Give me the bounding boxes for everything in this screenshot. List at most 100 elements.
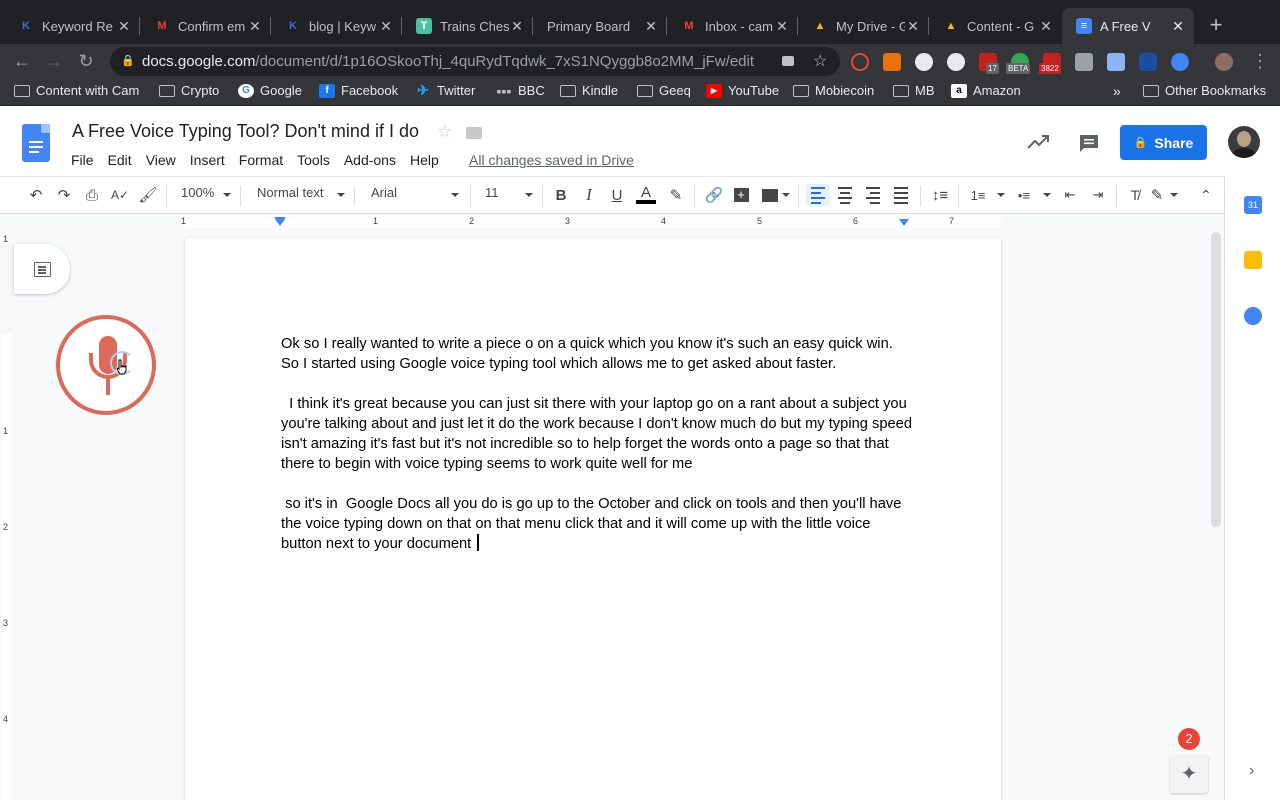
save-status-link[interactable]: All changes saved in Drive <box>469 152 634 168</box>
document-page[interactable]: Ok so I really wanted to write a piece o… <box>185 238 1001 800</box>
zoom-select[interactable]: 100% <box>181 185 214 200</box>
numbered-list-icon[interactable]: 1≡ <box>967 184 989 206</box>
back-arrow-icon[interactable]: ← <box>10 50 34 74</box>
bookmark-other-bookmarks[interactable]: Other Bookmarks <box>1143 83 1266 98</box>
browser-tab[interactable]: Primary Board ✕ <box>533 8 667 44</box>
bulleted-list-icon[interactable]: •≡ <box>1013 184 1035 206</box>
bookmark-mb[interactable]: MB <box>893 83 935 98</box>
bookmarks-overflow-icon[interactable]: » <box>1113 83 1121 99</box>
paragraph-style-select[interactable]: Normal text <box>257 185 323 200</box>
font-size-select[interactable]: 11 <box>485 185 499 200</box>
menu-tools[interactable]: Tools <box>290 150 337 170</box>
voice-typing-button[interactable] <box>56 315 156 415</box>
close-tab-icon[interactable]: ✕ <box>1170 18 1186 35</box>
underline-button[interactable]: U <box>607 184 627 206</box>
browser-tab[interactable]: ▲ Content - G ✕ <box>929 8 1062 44</box>
document-body[interactable]: Ok so I really wanted to write a piece o… <box>281 334 913 574</box>
browser-tab[interactable]: K Keyword Re ✕ <box>4 8 140 44</box>
browser-tab[interactable]: ▲ My Drive - G ✕ <box>798 8 929 44</box>
bookmark-star-icon[interactable]: ☆ <box>813 47 827 76</box>
document-outline-button[interactable] <box>14 244 70 294</box>
close-tab-icon[interactable]: ✕ <box>774 18 790 35</box>
extension-icon[interactable] <box>947 53 965 71</box>
align-left-button[interactable] <box>806 184 830 206</box>
explore-icon[interactable]: ✦ <box>1170 755 1208 793</box>
bookmark-twitter[interactable]: ✈ Twitter <box>415 82 475 98</box>
menu-edit[interactable]: Edit <box>101 150 139 170</box>
collapse-toolbar-icon[interactable]: ⌃ <box>1196 184 1216 206</box>
chevron-right-icon[interactable]: › <box>1249 762 1254 780</box>
paragraph[interactable]: I think it's great because you can just … <box>281 394 913 474</box>
bookmark-geeq[interactable]: Geeq <box>637 83 691 98</box>
close-tab-icon[interactable]: ✕ <box>643 18 659 35</box>
close-tab-icon[interactable]: ✕ <box>378 18 394 35</box>
align-right-button[interactable] <box>863 184 883 206</box>
address-bar[interactable]: 🔒 docs.google.com/document/d/1p16OSkooThj… <box>110 47 840 76</box>
close-tab-icon[interactable]: ✕ <box>247 18 263 35</box>
browser-tab[interactable]: M Inbox - cam ✕ <box>667 8 798 44</box>
document-title[interactable]: A Free Voice Typing Tool? Don't mind if … <box>72 121 419 142</box>
extension-icon[interactable] <box>1075 53 1093 71</box>
bookmark-crypto[interactable]: Crypto <box>159 83 219 98</box>
notification-badge[interactable]: 2 <box>1178 728 1200 750</box>
google-keep-icon[interactable] <box>1244 251 1262 269</box>
left-indent-handle[interactable] <box>275 219 285 226</box>
editing-mode-pencil-icon[interactable]: ✎ <box>1146 184 1168 206</box>
move-to-folder-icon[interactable] <box>466 127 482 139</box>
close-tab-icon[interactable]: ✕ <box>116 18 132 35</box>
browser-tab-active[interactable]: ≡ A Free V ✕ <box>1062 8 1194 44</box>
paragraph[interactable]: Ok so I really wanted to write a piece o… <box>281 334 913 374</box>
browser-tab[interactable]: M Confirm em ✕ <box>140 8 271 44</box>
new-tab-icon[interactable]: + <box>1204 14 1228 38</box>
close-tab-icon[interactable]: ✕ <box>509 18 525 35</box>
bookmark-kindle[interactable]: Kindle <box>560 83 618 98</box>
menu-view[interactable]: View <box>139 150 183 170</box>
increase-indent-icon[interactable]: ⇥ <box>1087 184 1109 206</box>
extension-icon[interactable] <box>883 53 901 71</box>
menu-file[interactable]: File <box>64 150 101 170</box>
browser-tab[interactable]: T Trains Ches ✕ <box>402 8 533 44</box>
redo-icon[interactable]: ↷ <box>54 184 74 206</box>
bookmark-content-with-cam[interactable]: Content with Cam <box>14 83 139 98</box>
menu-insert[interactable]: Insert <box>183 150 232 170</box>
text-color-button[interactable]: A <box>635 184 657 206</box>
undo-icon[interactable]: ↶ <box>26 184 46 206</box>
bookmark-facebook[interactable]: f Facebook <box>319 83 398 98</box>
forward-arrow-icon[interactable]: → <box>42 50 66 74</box>
extension-icon[interactable] <box>1139 53 1157 71</box>
bookmark-google[interactable]: G Google <box>238 83 302 98</box>
star-icon[interactable]: ☆ <box>437 122 452 142</box>
decrease-indent-icon[interactable]: ⇤ <box>1059 184 1081 206</box>
font-select[interactable]: Arial <box>371 185 397 200</box>
browser-menu-icon[interactable]: ⋮ <box>1248 50 1272 74</box>
insert-image-icon[interactable] <box>760 184 780 206</box>
comment-icon[interactable] <box>1078 133 1100 153</box>
clear-formatting-icon[interactable]: T̸ <box>1124 184 1146 206</box>
share-button[interactable]: 🔒 Share <box>1120 125 1207 160</box>
italic-button[interactable]: I <box>579 184 599 206</box>
google-docs-logo-icon[interactable] <box>22 124 50 162</box>
account-avatar[interactable] <box>1228 126 1260 158</box>
bookmark-mobiecoin[interactable]: Mobiecoin <box>793 83 874 98</box>
google-tasks-icon[interactable] <box>1244 307 1262 325</box>
camera-blocked-icon[interactable] <box>782 56 794 66</box>
paint-format-icon[interactable]: 🖌 <box>138 184 158 206</box>
align-justify-button[interactable] <box>891 184 911 206</box>
extension-icon[interactable] <box>851 53 869 71</box>
profile-avatar[interactable] <box>1215 53 1233 71</box>
extension-icon[interactable] <box>915 53 933 71</box>
add-comment-icon[interactable]: + <box>731 184 751 206</box>
link-icon[interactable]: 🔗 <box>703 184 725 206</box>
close-tab-icon[interactable]: ✕ <box>905 18 921 35</box>
browser-tab[interactable]: K blog | Keyw ✕ <box>271 8 402 44</box>
extension-icon[interactable] <box>1107 53 1125 71</box>
bookmark-youtube[interactable]: ▶ YouTube <box>706 83 779 98</box>
menu-add-ons[interactable]: Add-ons <box>337 150 403 170</box>
google-calendar-icon[interactable]: 31 <box>1244 196 1262 214</box>
vertical-scrollbar[interactable] <box>1211 232 1221 527</box>
print-icon[interactable]: ⎙ <box>82 184 102 206</box>
bookmark-bbc[interactable]: ▪▪▪ BBC <box>496 83 545 99</box>
menu-help[interactable]: Help <box>403 150 446 170</box>
activity-trend-icon[interactable] <box>1026 132 1050 152</box>
extension-icon[interactable] <box>1171 53 1189 71</box>
